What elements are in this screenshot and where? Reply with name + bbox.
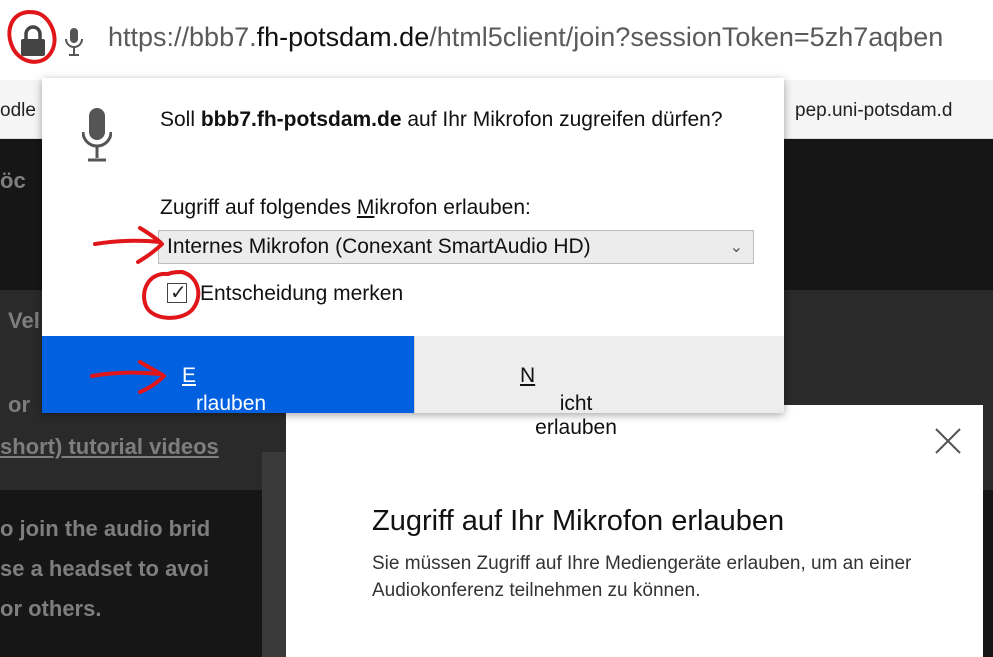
address-bar[interactable]: https://bbb7.fh-potsdam.de/html5client/j… (0, 0, 993, 80)
checkmark-icon: ✓ (170, 282, 187, 304)
allow-button[interactable]: Erlauben (42, 336, 414, 415)
select-label-post: ikrofon erlauben: (374, 196, 531, 219)
permission-question: Soll bbb7.fh-potsdam.de auf Ihr Mikrofon… (160, 106, 760, 134)
remember-decision-label[interactable]: Entscheidung merken (200, 282, 403, 306)
microphone-permission-popup: Soll bbb7.fh-potsdam.de auf Ihr Mikrofon… (42, 78, 784, 439)
select-label-pre: Zugriff auf folgendes (160, 196, 357, 219)
question-suffix: auf Ihr Mikrofon zugreifen dürfen? (401, 108, 723, 131)
background-text: Vel (8, 308, 40, 333)
allow-rest: rlauben (196, 392, 267, 415)
microphone-select[interactable]: Internes Mikrofon (Conexant SmartAudio H… (158, 230, 754, 264)
close-icon[interactable] (930, 423, 966, 459)
bookmark-item[interactable]: pep.uni-potsdam.d (795, 100, 952, 122)
url-text[interactable]: https://bbb7.fh-potsdam.de/html5client/j… (108, 22, 943, 53)
remember-decision-checkbox[interactable]: ✓ (167, 282, 187, 304)
background-text: or (8, 392, 30, 417)
deny-button[interactable]: Nicht erlauben (414, 336, 784, 439)
question-host: bbb7.fh-potsdam.de (200, 108, 402, 131)
url-path: /html5client/join?sessionToken=5zh7aqben (429, 22, 944, 52)
modal-title: Zugriff auf Ihr Mikrofon erlauben (372, 505, 785, 537)
background-text: öc (0, 168, 26, 193)
background-text: se a headset to avoi (0, 556, 210, 581)
deny-rest: icht erlauben (535, 392, 617, 439)
background-text: or others. (0, 596, 102, 621)
lock-icon[interactable] (18, 24, 48, 58)
bookmark-item[interactable]: odle (0, 100, 36, 122)
select-label-mnemonic: M (356, 196, 375, 219)
url-prefix: https://bbb7. (108, 22, 257, 52)
allow-button-label: Erlauben (182, 364, 266, 415)
allow-mnemonic: E (182, 364, 197, 387)
audio-permission-modal: Zugriff auf Ihr Mikrofon erlauben Sie mü… (286, 405, 983, 657)
chevron-down-icon: ⌄ (729, 239, 743, 256)
microphone-select-label: Zugriff auf folgendes Mikrofon erlauben: (160, 196, 531, 220)
background-text: o join the audio brid (0, 516, 211, 541)
microphone-select-value: Internes Mikrofon (Conexant SmartAudio H… (167, 235, 591, 258)
deny-button-label: Nicht erlauben (520, 364, 617, 439)
modal-description: Sie müssen Zugriff auf Ihre Mediengeräte… (372, 553, 912, 601)
deny-mnemonic: N (520, 364, 536, 387)
background-link[interactable]: short) tutorial videos (0, 434, 219, 460)
microphone-icon (82, 108, 112, 162)
microphone-icon[interactable] (64, 26, 84, 58)
url-host: fh-potsdam.de (256, 22, 430, 52)
question-prefix: Soll (160, 108, 201, 131)
